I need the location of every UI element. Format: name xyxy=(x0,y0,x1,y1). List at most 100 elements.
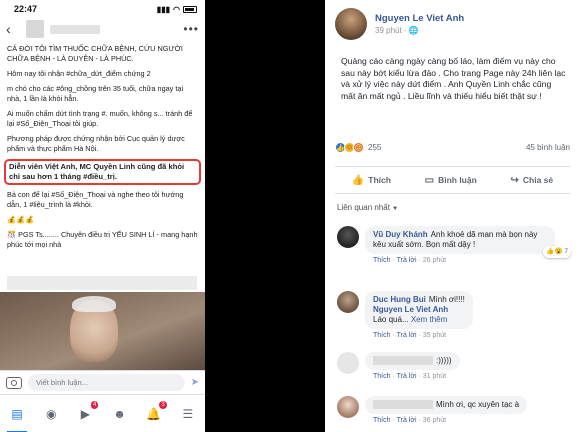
post-paragraph: Phương pháp được chứng nhận bởi Cục quản… xyxy=(7,134,185,153)
comment-meta: Thích · Trả lời · 36 phút xyxy=(373,417,447,424)
post-photo[interactable] xyxy=(0,292,205,370)
post-actions: 👍 Thích ▭ Bình luận ↪ Chia sẻ xyxy=(335,166,570,194)
post-body: Quảng cáo càng ngày càng bố láo, làm điế… xyxy=(341,56,566,101)
tab-profile[interactable]: ◉ xyxy=(41,404,61,424)
comments-count[interactable]: 45 bình luận xyxy=(526,143,570,152)
comment-bar: Viết bình luận... ➤ xyxy=(0,370,205,394)
share-icon: ↪ xyxy=(510,174,519,186)
comment-time[interactable]: 31 phút xyxy=(423,373,446,380)
notification-badge: 3 xyxy=(159,400,167,409)
tab-menu[interactable]: ☰ xyxy=(178,404,198,424)
share-label: Chia sẻ xyxy=(522,175,554,185)
post-navbar: ‹ ••• xyxy=(0,18,205,40)
post-paragraph: 💰💰💰 xyxy=(7,215,35,224)
reaction-count[interactable]: 255 xyxy=(368,143,381,152)
comment-time[interactable]: 26 phút xyxy=(423,257,446,264)
comment-input[interactable]: Viết bình luận... xyxy=(28,374,185,391)
reactions-bar: 👍 ☺ ☹ 255 45 bình luận xyxy=(335,142,570,153)
blurred-name xyxy=(373,356,433,366)
comment-like-link[interactable]: Thích xyxy=(373,257,391,264)
avatar[interactable] xyxy=(337,226,359,248)
tagged-name[interactable]: Nguyen Le Viet Anh xyxy=(373,305,448,314)
comment-text: Mình ơi!!!! xyxy=(428,295,465,304)
send-icon[interactable]: ➤ xyxy=(191,377,199,388)
notification-badge: 4 xyxy=(91,400,99,409)
menu-icon: ☰ xyxy=(182,406,194,421)
ad-post-text: CÁ ĐỜI TÔI TÌM THUỐC CHỮA BỆNH, CỨU NGƯỜ… xyxy=(0,40,205,250)
post-header: Nguyen Le Viet Anh 39 phút · 🌐 xyxy=(325,0,580,40)
comment-time[interactable]: 35 phút xyxy=(423,332,446,339)
tab-video[interactable]: ▶ 4 xyxy=(75,400,99,424)
comment-reply-link[interactable]: Trả lời xyxy=(397,373,417,380)
facebook-post: Nguyen Le Viet Anh 39 phút · 🌐 Quảng cáo… xyxy=(325,0,580,432)
avatar[interactable] xyxy=(337,352,359,374)
comment-bubble: :))))) xyxy=(365,352,460,370)
page-avatar[interactable] xyxy=(26,20,44,38)
comment-text: :))))) xyxy=(436,356,452,365)
avatar[interactable] xyxy=(337,291,359,313)
angry-reaction-icon[interactable]: ☹ xyxy=(353,142,364,153)
status-time: 22:47 xyxy=(14,4,38,14)
back-arrow-icon[interactable]: ‹ xyxy=(6,21,20,37)
more-options-icon[interactable]: ••• xyxy=(183,22,199,36)
highlighted-claim: Diễn viên Việt Anh, MC Quyền Linh cũng đ… xyxy=(4,159,201,185)
comment-reply-link[interactable]: Trả lời xyxy=(397,417,417,424)
reaction-badge-count: 7 xyxy=(564,248,568,255)
blurred-region xyxy=(7,276,197,290)
post-paragraph: Bà con để lại #Số_Điện_Thoại và nghe the… xyxy=(7,190,184,209)
comment-time[interactable]: 36 phút xyxy=(423,417,446,424)
comment-like-link[interactable]: Thích xyxy=(373,332,391,339)
comment-item: Vũ Duy Khánh Anh khoẻ dã man mà bọn này k… xyxy=(337,226,572,264)
share-button[interactable]: ↪ Chia sẻ xyxy=(510,175,553,186)
comment-item: :))))) Thích · Trả lời · 31 phút xyxy=(337,352,572,380)
comment-item: Mình ơi, qc xuyên tạc à Thích · Trả lời … xyxy=(337,396,572,424)
post-paragraph: Hôm nay tôi nhận #chữa_dứt_điểm chứng 2 xyxy=(7,69,151,78)
commenter-name[interactable]: Vũ Duy Khánh xyxy=(373,230,428,239)
comment-icon: ▭ xyxy=(424,174,435,186)
comment-like-link[interactable]: Thích xyxy=(373,417,391,424)
bottom-tab-bar: ▤ ◉ ▶ 4 ☻ 🔔 3 ☰ xyxy=(0,394,205,432)
news-feed-icon: ▤ xyxy=(11,406,23,421)
chevron-down-icon: ▼ xyxy=(392,206,399,212)
battery-icon xyxy=(183,5,197,13)
like-button[interactable]: 👍 Thích xyxy=(352,175,391,186)
see-more-link[interactable]: Xem thêm xyxy=(411,315,447,324)
divider xyxy=(205,0,325,432)
post-author[interactable]: Nguyen Le Viet Anh xyxy=(375,13,464,24)
comment-reply-link[interactable]: Trả lời xyxy=(397,332,417,339)
comment-meta: Thích · Trả lời · 31 phút xyxy=(373,373,447,380)
notifications-icon: 🔔 xyxy=(146,406,162,421)
tab-notifications[interactable]: 🔔 3 xyxy=(144,400,167,424)
commenter-name[interactable]: Duc Hung Bui xyxy=(373,295,426,304)
profile-icon: ◉ xyxy=(45,406,57,421)
comment-item: Duc Hung Bui Mình ơi!!!! Nguyen Le Viet A… xyxy=(337,291,572,339)
tab-news-feed[interactable]: ▤ xyxy=(7,404,28,432)
comment-meta: Thích · Trả lời · 26 phút xyxy=(373,257,447,264)
avatar[interactable] xyxy=(337,396,359,418)
reaction-badge[interactable]: 👍😮 7 xyxy=(543,246,571,258)
post-paragraph: m chó cho các #ông_chồng trên 35 tuổi, c… xyxy=(7,84,184,103)
page-name[interactable] xyxy=(50,24,100,34)
post-time[interactable]: 39 phút · 🌐 xyxy=(375,26,464,35)
status-icons: ▮▮▮ ◠ xyxy=(157,5,197,14)
phone-screenshot: 22:47 ▮▮▮ ◠ ‹ ••• CÁ ĐỜI TÔI TÌM THUỐC C… xyxy=(0,0,205,432)
comment-filter-dropdown[interactable]: Liên quan nhất ▼ xyxy=(337,203,398,212)
comment-meta: Thích · Trả lời · 35 phút xyxy=(373,332,447,339)
comment-label: Bình luận xyxy=(438,175,477,185)
tab-groups[interactable]: ☻ xyxy=(110,404,130,424)
thumbs-up-icon: 👍 xyxy=(351,174,365,186)
comment-bubble: Mình ơi, qc xuyên tạc à xyxy=(365,396,528,414)
post-paragraph: CÁ ĐỜI TÔI TÌM THUỐC CHỮA BỆNH, CỨU NGƯỜ… xyxy=(7,44,183,63)
blurred-name xyxy=(373,400,433,410)
signal-icon: ▮▮▮ xyxy=(156,4,171,14)
comment-button[interactable]: ▭ Bình luận xyxy=(425,175,477,186)
comment-text: Láo quá... xyxy=(373,315,409,324)
comment-like-link[interactable]: Thích xyxy=(373,373,391,380)
camera-icon[interactable] xyxy=(6,376,22,389)
wifi-icon: ◠ xyxy=(173,4,180,14)
post-paragraph: 🎊 PGS Ts........ Chuyên điều trị YẾU SIN… xyxy=(7,230,198,249)
comment-bubble: Duc Hung Bui Mình ơi!!!! Nguyen Le Viet A… xyxy=(365,291,473,329)
avatar[interactable] xyxy=(335,8,367,40)
post-paragraph: Ai muốn chấm dứt tình trạng #. muốn, khô… xyxy=(7,109,193,128)
comment-reply-link[interactable]: Trả lời xyxy=(397,257,417,264)
